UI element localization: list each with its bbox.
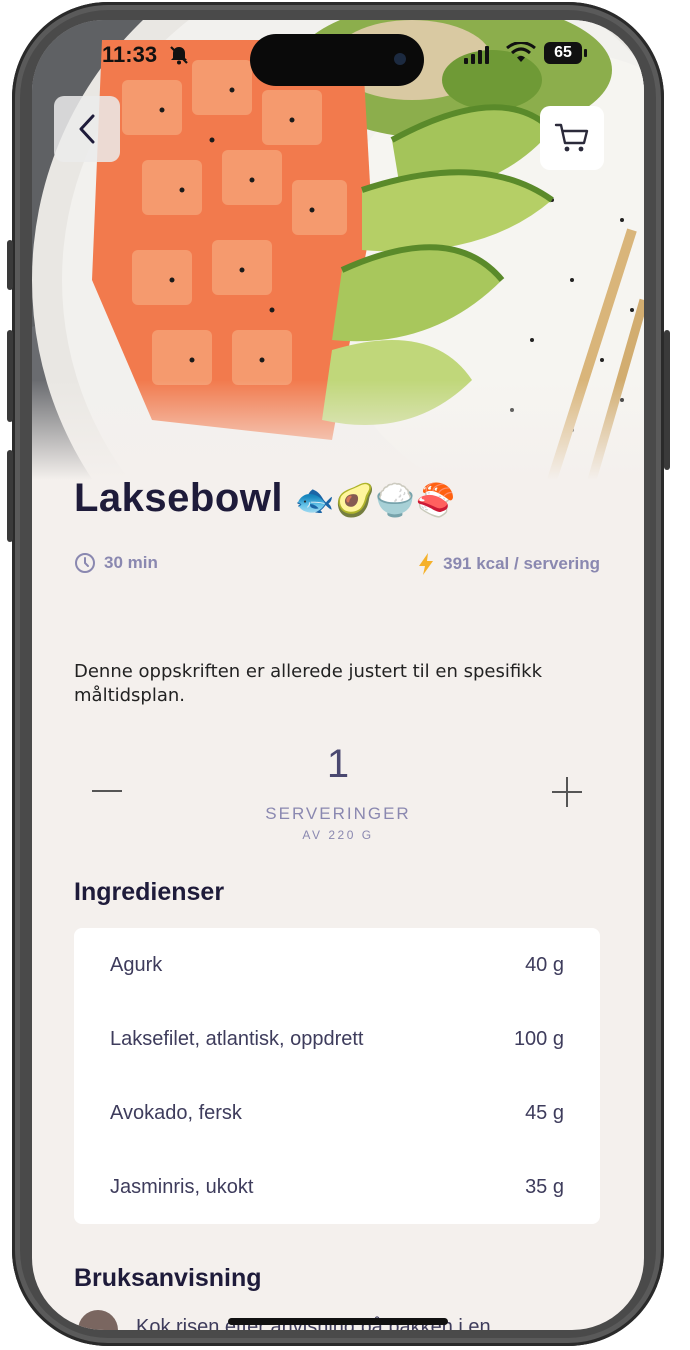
signal-icon <box>464 46 489 64</box>
status-time: 11:33 <box>102 42 158 67</box>
servings-weight: AV 220 G <box>302 828 374 842</box>
ingredient-amount: 40 g <box>525 953 564 976</box>
app-screen: 11:33 65 Laksebowl 🐟🥑🍚🍣 30 min 391 kcal … <box>32 20 644 1330</box>
ingredients-heading: Ingredienser <box>74 878 225 906</box>
recipe-title: Laksebowl 🐟🥑🍚🍣 <box>74 476 456 521</box>
ingredient-amount: 35 g <box>525 1175 564 1198</box>
recipe-hero-image <box>32 20 644 480</box>
recipe-emoji: 🐟🥑🍚🍣 <box>294 482 457 518</box>
ingredient-name: Jasminris, ukokt <box>110 1175 254 1198</box>
prep-time-text: 30 min <box>104 553 158 572</box>
ingredient-name: Laksefilet, atlantisk, oppdrett <box>110 1027 364 1050</box>
cart-button[interactable] <box>540 106 604 170</box>
dynamic-island <box>250 34 424 86</box>
recipe-description: Denne oppskriften er allerede justert ti… <box>74 661 543 706</box>
prep-time: 30 min <box>74 552 158 574</box>
ingredient-row: Avokado, fersk 45 g <box>110 1076 564 1150</box>
servings-count: 1 <box>326 742 350 786</box>
back-button[interactable] <box>54 96 120 162</box>
volume-up-button <box>7 330 13 422</box>
ingredient-row: Laksefilet, atlantisk, oppdrett 100 g <box>110 1002 564 1076</box>
instructions-heading: Bruksanvisning <box>74 1264 262 1292</box>
decrease-servings-button[interactable] <box>92 790 122 792</box>
battery-indicator: 65 <box>544 42 582 64</box>
wifi-icon <box>506 42 536 62</box>
ingredient-row: Jasminris, ukokt 35 g <box>110 1150 564 1224</box>
recipe-title-text: Laksebowl <box>74 476 284 520</box>
ingredient-name: Avokado, fersk <box>110 1101 242 1124</box>
ingredient-amount: 100 g <box>513 1027 564 1050</box>
battery-tip <box>584 49 587 57</box>
volume-down-button <box>7 450 13 542</box>
home-indicator[interactable] <box>228 1318 448 1325</box>
chevron-left-icon <box>79 114 95 144</box>
bolt-icon <box>419 553 434 575</box>
ingredient-name: Agurk <box>110 953 163 976</box>
step-number-badge <box>78 1310 118 1330</box>
side-button <box>7 240 13 290</box>
calories-text: 391 kcal / servering <box>443 554 600 573</box>
ingredients-card: Agurk 40 g Laksefilet, atlantisk, oppdre… <box>74 928 600 1224</box>
power-button <box>664 330 670 470</box>
ingredient-row: Agurk 40 g <box>110 928 564 1002</box>
servings-label: SERVERINGER <box>265 804 411 823</box>
clock-icon <box>75 553 95 573</box>
cart-icon <box>554 123 589 152</box>
calories: 391 kcal / servering <box>417 552 600 576</box>
bell-slash-icon <box>170 46 188 65</box>
ingredient-amount: 45 g <box>525 1101 564 1124</box>
